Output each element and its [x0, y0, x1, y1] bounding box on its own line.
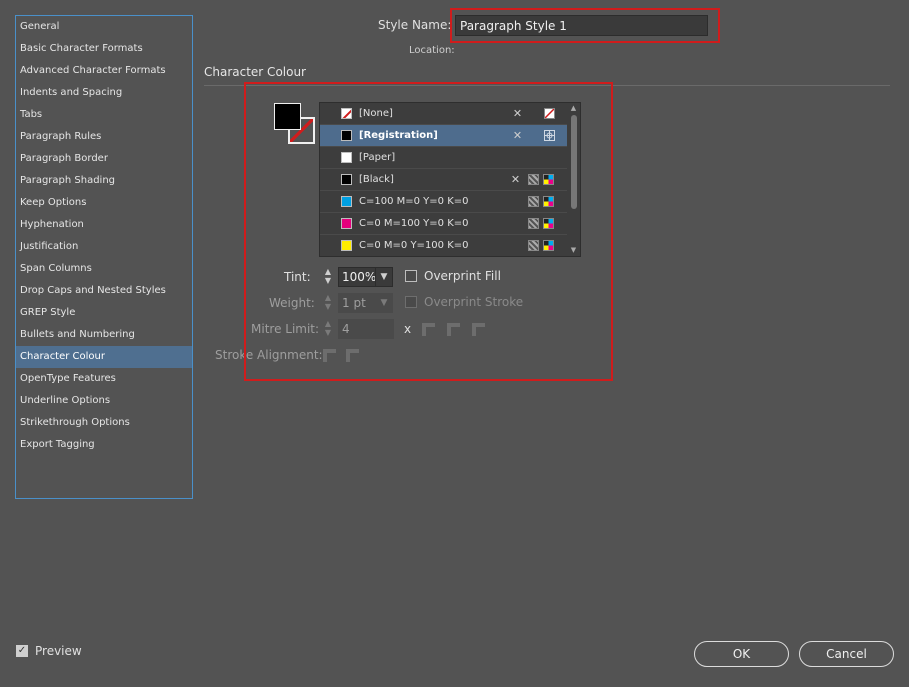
process-color-icon — [528, 196, 539, 207]
scrollbar-thumb[interactable] — [571, 115, 577, 209]
swatch-label: [Registration] — [359, 130, 438, 141]
process-color-icon — [528, 218, 539, 229]
scroll-up-icon[interactable]: ▲ — [569, 104, 578, 113]
swatch-chip-icon — [341, 108, 352, 119]
swatch-chip-icon — [341, 152, 352, 163]
swatch-chip-icon — [341, 218, 352, 229]
swatch-label: [Paper] — [359, 152, 396, 163]
sidebar-item-span-columns[interactable]: Span Columns — [16, 258, 192, 280]
tint-stepper-icon[interactable]: ▲ ▼ — [320, 267, 336, 287]
section-divider — [204, 85, 890, 86]
swatch-chip-icon — [341, 196, 352, 207]
tint-dropdown-icon[interactable]: ▼ — [375, 267, 393, 287]
weight-label: Weight: — [269, 296, 315, 310]
round-join-icon — [447, 323, 460, 336]
sidebar-item-drop-caps-and-nested-styles[interactable]: Drop Caps and Nested Styles — [16, 280, 192, 302]
align-inside-icon — [346, 349, 359, 362]
sidebar-item-paragraph-border[interactable]: Paragraph Border — [16, 148, 192, 170]
preview-checkbox[interactable]: ✓ — [16, 645, 28, 657]
weight-input: 1 pt — [338, 293, 376, 313]
style-name-input[interactable] — [455, 15, 708, 36]
swatch-label: C=0 M=100 Y=0 K=0 — [359, 218, 469, 229]
location-label: Location: — [409, 45, 455, 56]
sidebar-item-tabs[interactable]: Tabs — [16, 104, 192, 126]
scroll-down-icon[interactable]: ▼ — [569, 246, 578, 255]
process-color-icon — [528, 240, 539, 251]
overprint-fill-label: Overprint Fill — [424, 269, 501, 283]
sidebar-item-bullets-and-numbering[interactable]: Bullets and Numbering — [16, 324, 192, 346]
ok-button[interactable]: OK — [694, 641, 789, 667]
pencil-crossed-icon: ✕ — [512, 107, 523, 120]
tint-input[interactable]: 100% — [338, 267, 376, 287]
mitre-limit-label: Mitre Limit: — [251, 322, 320, 336]
swatch-row[interactable]: C=100 M=0 Y=0 K=0 — [320, 191, 568, 213]
miter-join-icon — [422, 323, 435, 336]
cmyk-icon — [543, 196, 554, 207]
swatch-list[interactable]: C=0 M=0 Y=100 K=0 C=0 M=100 Y=0 K=0 C=100 … — [319, 102, 581, 257]
swatch-list-scrollbar[interactable]: ▲ ▼ — [567, 103, 580, 256]
overprint-stroke-checkbox — [405, 296, 417, 308]
swatch-row[interactable]: [None] ✕ — [320, 103, 568, 125]
swatch-row[interactable]: C=0 M=0 Y=100 K=0 — [320, 235, 568, 256]
sidebar-item-hyphenation[interactable]: Hyphenation — [16, 214, 192, 236]
process-color-icon — [528, 174, 539, 185]
weight-stepper-icon: ▲ ▼ — [324, 293, 332, 311]
overprint-fill-checkbox[interactable] — [405, 270, 417, 282]
none-swatch-icon — [544, 108, 555, 119]
align-center-icon — [323, 349, 336, 362]
swatch-chip-icon — [341, 130, 352, 141]
section-title: Character Colour — [204, 65, 306, 79]
swatch-label: [Black] — [359, 174, 394, 185]
swatch-row[interactable]: [Registration] ✕ — [320, 125, 568, 147]
sidebar-item-paragraph-shading[interactable]: Paragraph Shading — [16, 170, 192, 192]
sidebar-item-grep-style[interactable]: GREP Style — [16, 302, 192, 324]
swatch-row[interactable]: C=0 M=100 Y=0 K=0 — [320, 213, 568, 235]
overprint-stroke-label: Overprint Stroke — [424, 295, 524, 309]
sidebar-item-advanced-character-formats[interactable]: Advanced Character Formats — [16, 60, 192, 82]
sidebar-item-opentype-features[interactable]: OpenType Features — [16, 368, 192, 390]
sidebar-item-justification[interactable]: Justification — [16, 236, 192, 258]
pencil-crossed-icon: ✕ — [512, 129, 523, 142]
swatch-label: C=0 M=0 Y=100 K=0 — [359, 240, 469, 251]
sidebar-item-keep-options[interactable]: Keep Options — [16, 192, 192, 214]
cmyk-icon — [543, 218, 554, 229]
pencil-crossed-icon: ✕ — [510, 173, 521, 186]
swatch-label: C=100 M=0 Y=0 K=0 — [359, 196, 469, 207]
stroke-alignment-label: Stroke Alignment: — [215, 348, 323, 362]
style-name-label: Style Name: — [378, 18, 452, 32]
swatch-row[interactable]: [Paper] — [320, 147, 568, 169]
mitre-limit-input: 4 — [338, 319, 394, 339]
mitre-stepper-icon: ▲ ▼ — [324, 319, 332, 337]
preview-label: Preview — [35, 644, 82, 658]
sidebar-item-underline-options[interactable]: Underline Options — [16, 390, 192, 412]
sidebar-item-indents-and-spacing[interactable]: Indents and Spacing — [16, 82, 192, 104]
tint-label: Tint: — [284, 270, 311, 284]
registration-icon — [544, 130, 555, 141]
swatch-row[interactable]: [Black] ✕ — [320, 169, 568, 191]
sidebar-item-basic-character-formats[interactable]: Basic Character Formats — [16, 38, 192, 60]
sidebar-item-strikethrough-options[interactable]: Strikethrough Options — [16, 412, 192, 434]
cmyk-icon — [543, 174, 554, 185]
swatch-chip-icon — [341, 240, 352, 251]
category-list: General Basic Character Formats Advanced C… — [15, 15, 193, 499]
sidebar-item-paragraph-rules[interactable]: Paragraph Rules — [16, 126, 192, 148]
swatch-chip-icon — [341, 174, 352, 185]
weight-dropdown-icon: ▼ — [375, 293, 393, 313]
sidebar-item-character-colour[interactable]: Character Colour — [16, 346, 192, 368]
cmyk-icon — [543, 240, 554, 251]
cancel-button[interactable]: Cancel — [799, 641, 894, 667]
mitre-x-label: x — [404, 322, 412, 336]
sidebar-item-export-tagging[interactable]: Export Tagging — [16, 434, 192, 456]
bevel-join-icon — [472, 323, 485, 336]
fill-swatch-icon[interactable] — [274, 103, 301, 130]
swatch-label: [None] — [359, 108, 393, 119]
sidebar-item-general[interactable]: General — [16, 16, 192, 38]
